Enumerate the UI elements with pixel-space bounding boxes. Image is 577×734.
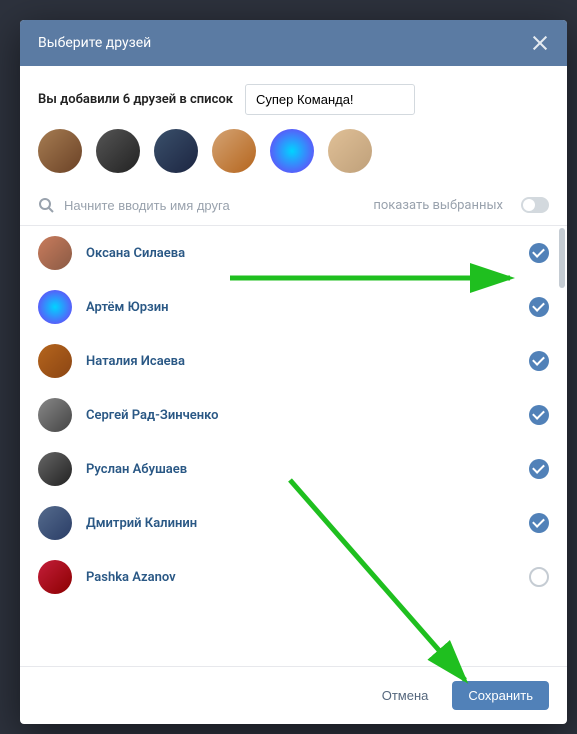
search-input[interactable] xyxy=(64,198,363,213)
selected-avatar[interactable] xyxy=(96,129,140,173)
selected-avatar[interactable] xyxy=(328,129,372,173)
search-icon xyxy=(38,197,54,213)
friend-row[interactable]: Руслан Абушаев xyxy=(20,442,567,496)
modal-footer: Отмена Сохранить xyxy=(20,666,567,724)
checkbox-empty[interactable] xyxy=(529,567,549,587)
friend-row[interactable]: Оксана Силаева xyxy=(20,226,567,280)
close-icon[interactable] xyxy=(531,34,549,52)
friend-name: Артём Юрзин xyxy=(86,300,515,315)
friend-name: Наталия Исаева xyxy=(86,354,515,369)
select-friends-modal: Выберите друзей Вы добавили 6 друзей в с… xyxy=(20,20,567,724)
selected-avatar[interactable] xyxy=(212,129,256,173)
modal-title: Выберите друзей xyxy=(38,35,151,51)
friend-row[interactable]: Артём Юрзин xyxy=(20,280,567,334)
friend-name: Дмитрий Калинин xyxy=(86,516,515,531)
friend-avatar xyxy=(38,506,72,540)
friend-avatar xyxy=(38,560,72,594)
list-name-input[interactable] xyxy=(245,84,415,115)
friend-name: Pashka Azanov xyxy=(86,570,515,585)
cancel-button[interactable]: Отмена xyxy=(366,681,445,710)
friend-avatar xyxy=(38,290,72,324)
scrollbar[interactable] xyxy=(559,228,565,288)
friend-row[interactable]: Дмитрий Калинин xyxy=(20,496,567,550)
checkmark-icon[interactable] xyxy=(529,513,549,533)
checkmark-icon[interactable] xyxy=(529,351,549,371)
search-row: показать выбранных xyxy=(20,189,567,226)
friend-name: Сергей Рад-Зинченко xyxy=(86,408,515,423)
friend-row[interactable]: Сергей Рад-Зинченко xyxy=(20,388,567,442)
friends-list[interactable]: Оксана Силаева Артём Юрзин Наталия Исаева С… xyxy=(20,226,567,666)
friend-name: Оксана Силаева xyxy=(86,246,515,261)
selected-avatar[interactable] xyxy=(154,129,198,173)
checkmark-icon[interactable] xyxy=(529,459,549,479)
modal-header: Выберите друзей xyxy=(20,20,567,66)
checkmark-icon[interactable] xyxy=(529,297,549,317)
selected-avatar[interactable] xyxy=(38,129,82,173)
selected-avatar[interactable] xyxy=(270,129,314,173)
save-button[interactable]: Сохранить xyxy=(452,681,549,710)
friend-avatar xyxy=(38,344,72,378)
friend-row[interactable]: Pashka Azanov xyxy=(20,550,567,604)
friend-row[interactable]: Наталия Исаева xyxy=(20,334,567,388)
friend-avatar xyxy=(38,236,72,270)
added-count-label: Вы добавили 6 друзей в список xyxy=(38,92,233,107)
checkmark-icon[interactable] xyxy=(529,243,549,263)
selected-avatars-strip xyxy=(20,129,567,189)
friend-avatar xyxy=(38,452,72,486)
show-selected-toggle[interactable] xyxy=(521,197,549,213)
show-selected-label: показать выбранных xyxy=(373,198,503,213)
friend-name: Руслан Абушаев xyxy=(86,462,515,477)
added-summary-row: Вы добавили 6 друзей в список xyxy=(20,66,567,129)
friend-avatar xyxy=(38,398,72,432)
checkmark-icon[interactable] xyxy=(529,405,549,425)
